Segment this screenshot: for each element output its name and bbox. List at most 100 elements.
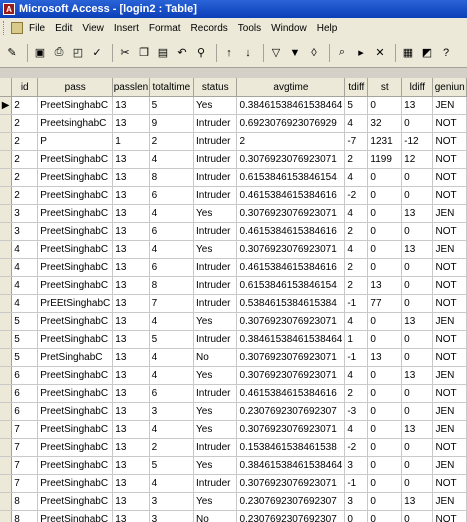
table-cell[interactable]: Intruder xyxy=(193,474,238,493)
table-cell[interactable]: 13 xyxy=(112,438,150,457)
table-cell[interactable]: 8 xyxy=(11,492,39,511)
table-cell[interactable]: 0.4615384615384616 xyxy=(236,222,346,241)
table-cell[interactable]: 13 xyxy=(401,204,434,223)
table-cell[interactable]: 13 xyxy=(401,240,434,259)
filter-by-form-icon[interactable]: ▼ xyxy=(287,45,303,61)
table-cell[interactable]: 0 xyxy=(344,510,369,522)
table-cell[interactable]: PreetSinghabC xyxy=(37,330,114,349)
table-cell[interactable]: 0 xyxy=(401,294,434,313)
table-cell[interactable]: Intruder xyxy=(193,276,238,295)
table-cell[interactable]: 5 xyxy=(149,330,195,349)
table-cell[interactable]: 13 xyxy=(367,348,403,367)
table-cell[interactable]: 13 xyxy=(112,258,150,277)
table-cell[interactable]: PreetSinghabC xyxy=(37,402,114,421)
menu-grip-handle[interactable] xyxy=(3,21,7,35)
table-cell[interactable]: -2 xyxy=(344,186,369,205)
table-cell[interactable]: 0.3076923076923071 xyxy=(236,474,346,493)
table-cell[interactable]: 13 xyxy=(112,492,150,511)
table-cell[interactable]: -12 xyxy=(401,132,434,151)
table-cell[interactable]: 2 xyxy=(344,222,369,241)
table-cell[interactable]: 13 xyxy=(112,150,150,169)
table-cell[interactable]: Yes xyxy=(193,402,238,421)
table-cell[interactable]: 2 xyxy=(11,150,39,169)
table-cell[interactable]: 9 xyxy=(149,114,195,133)
table-cell[interactable]: 13 xyxy=(112,330,150,349)
table-cell[interactable]: 13 xyxy=(401,366,434,385)
table-cell[interactable]: NOT xyxy=(432,348,467,367)
column-header[interactable]: ldiff xyxy=(401,78,434,97)
table-cell[interactable]: 13 xyxy=(112,186,150,205)
record-selector[interactable] xyxy=(0,114,13,133)
table-cell[interactable]: 0 xyxy=(401,402,434,421)
table-cell[interactable]: 0 xyxy=(401,114,434,133)
help-icon[interactable]: ? xyxy=(438,45,454,61)
table-cell[interactable]: 0 xyxy=(367,492,403,511)
record-selector[interactable] xyxy=(0,294,13,313)
table-cell[interactable]: 0 xyxy=(401,186,434,205)
table-row[interactable]: 7 PreetSinghabC 13 5 Yes 0.38461538461538464 3… xyxy=(0,456,467,475)
table-cell[interactable]: PreetSinghabC xyxy=(37,474,114,493)
table-cell[interactable]: 0.38461538461538464 xyxy=(236,96,346,115)
table-cell[interactable]: 1231 xyxy=(367,132,403,151)
table-cell[interactable]: 0.2307692307692307 xyxy=(236,402,346,421)
table-cell[interactable]: 4 xyxy=(11,294,39,313)
table-cell[interactable]: 0.3076923076923071 xyxy=(236,312,346,331)
menu-tools[interactable]: Tools xyxy=(238,23,261,34)
table-cell[interactable]: 2 xyxy=(344,276,369,295)
table-cell[interactable]: 5 xyxy=(11,312,39,331)
record-selector[interactable] xyxy=(0,402,13,421)
table-cell[interactable]: 0 xyxy=(401,384,434,403)
table-cell[interactable]: 13 xyxy=(112,420,150,439)
table-cell[interactable]: 8 xyxy=(149,168,195,187)
table-cell[interactable]: 0 xyxy=(367,240,403,259)
record-selector[interactable] xyxy=(0,168,13,187)
table-cell[interactable]: 4 xyxy=(344,204,369,223)
menu-edit[interactable]: Edit xyxy=(55,23,72,34)
table-cell[interactable]: NOT xyxy=(432,384,467,403)
record-selector[interactable] xyxy=(0,438,13,457)
table-cell[interactable]: 4 xyxy=(149,420,195,439)
table-cell[interactable]: 7 xyxy=(11,456,39,475)
table-cell[interactable]: PreetSinghabC xyxy=(37,186,114,205)
table-cell[interactable]: 12 xyxy=(401,150,434,169)
table-cell[interactable]: Intruder xyxy=(193,222,238,241)
table-cell[interactable]: 6 xyxy=(149,384,195,403)
column-header[interactable]: totaltime xyxy=(149,78,195,97)
table-cell[interactable]: 0 xyxy=(367,96,403,115)
table-cell[interactable]: 4 xyxy=(149,150,195,169)
table-cell[interactable]: PreetSinghabC xyxy=(37,420,114,439)
table-cell[interactable]: 13 xyxy=(112,402,150,421)
table-cell[interactable]: 0 xyxy=(367,420,403,439)
table-cell[interactable]: 0.1538461538461538 xyxy=(236,438,346,457)
paste-icon[interactable]: ▤ xyxy=(155,45,171,61)
table-row[interactable]: 4 PrEEtSinghabC 13 7 Intruder 0.5384615384615… xyxy=(0,294,467,313)
table-cell[interactable]: 13 xyxy=(367,276,403,295)
record-selector[interactable] xyxy=(0,132,13,151)
table-cell[interactable]: 0.2307692307692307 xyxy=(236,492,346,511)
table-cell[interactable]: Intruder xyxy=(193,258,238,277)
table-cell[interactable]: 4 xyxy=(344,420,369,439)
table-row[interactable]: 7 PreetSinghabC 13 4 Intruder 0.3076923076923… xyxy=(0,474,467,493)
table-cell[interactable]: 0.38461538461538464 xyxy=(236,456,346,475)
table-cell[interactable]: PrEEtSinghabC xyxy=(37,294,114,313)
table-cell[interactable]: 0 xyxy=(367,330,403,349)
table-cell[interactable]: 13 xyxy=(112,294,150,313)
table-cell[interactable]: PreetSinghabC xyxy=(37,492,114,511)
table-cell[interactable]: 7 xyxy=(149,294,195,313)
table-cell[interactable]: Yes xyxy=(193,96,238,115)
table-row[interactable]: 4 PreetSinghabC 13 6 Intruder 0.4615384615384… xyxy=(0,258,467,277)
table-cell[interactable]: -7 xyxy=(344,132,369,151)
table-cell[interactable]: 0 xyxy=(401,276,434,295)
table-cell[interactable]: 7 xyxy=(11,438,39,457)
table-row[interactable]: 4 PreetSinghabC 13 8 Intruder 0.6153846153846… xyxy=(0,276,467,295)
table-cell[interactable]: 13 xyxy=(112,474,150,493)
table-cell[interactable]: 1199 xyxy=(367,150,403,169)
table-row[interactable]: 7 PreetSinghabC 13 4 Yes 0.3076923076923071 4 0… xyxy=(0,420,467,439)
table-cell[interactable]: 0.3076923076923071 xyxy=(236,204,346,223)
record-selector[interactable] xyxy=(0,420,13,439)
table-cell[interactable]: -1 xyxy=(344,348,369,367)
print-icon[interactable]: ⎙ xyxy=(51,45,67,61)
new-record-icon[interactable]: ▸ xyxy=(353,45,369,61)
copy-icon[interactable]: ❐ xyxy=(136,45,152,61)
filter-by-selection-icon[interactable]: ▽ xyxy=(268,45,284,61)
